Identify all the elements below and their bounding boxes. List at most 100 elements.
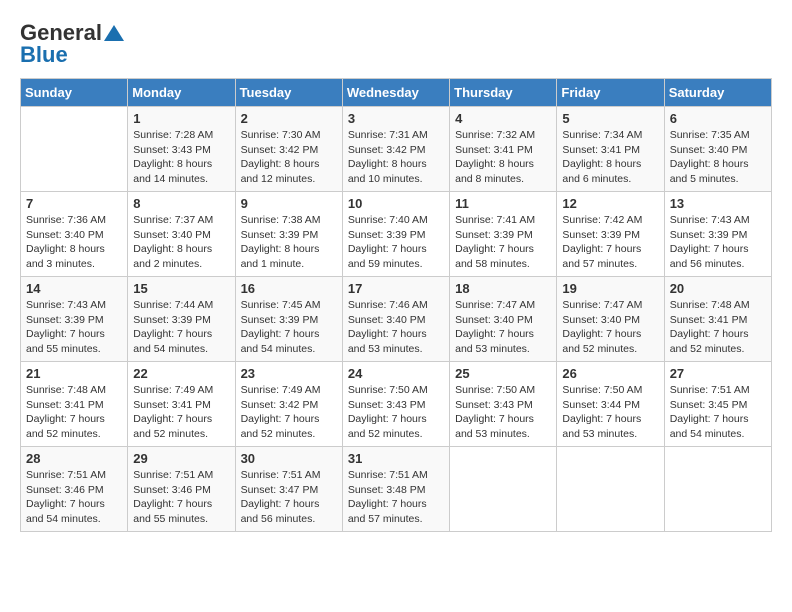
calendar-cell: 17 Sunrise: 7:46 AMSunset: 3:40 PMDayligh… — [342, 277, 449, 362]
calendar-cell — [557, 447, 664, 532]
day-number: 14 — [26, 281, 122, 296]
day-number: 15 — [133, 281, 229, 296]
day-info: Sunrise: 7:49 AMSunset: 3:42 PMDaylight:… — [241, 383, 337, 442]
calendar-cell: 7 Sunrise: 7:36 AMSunset: 3:40 PMDaylight… — [21, 192, 128, 277]
day-number: 16 — [241, 281, 337, 296]
calendar-cell: 23 Sunrise: 7:49 AMSunset: 3:42 PMDayligh… — [235, 362, 342, 447]
calendar-cell: 29Sunrise: 7:51 AMSunset: 3:46 PMDayligh… — [128, 447, 235, 532]
calendar-cell: 9 Sunrise: 7:38 AMSunset: 3:39 PMDaylight… — [235, 192, 342, 277]
day-number: 31 — [348, 451, 444, 466]
calendar-cell: 26 Sunrise: 7:50 AMSunset: 3:44 PMDayligh… — [557, 362, 664, 447]
day-number: 17 — [348, 281, 444, 296]
calendar-cell: 24Sunrise: 7:50 AMSunset: 3:43 PMDayligh… — [342, 362, 449, 447]
calendar-cell: 30 Sunrise: 7:51 AMSunset: 3:47 PMDayligh… — [235, 447, 342, 532]
day-number: 26 — [562, 366, 658, 381]
calendar-week-2: 7 Sunrise: 7:36 AMSunset: 3:40 PMDaylight… — [21, 192, 772, 277]
day-number: 19 — [562, 281, 658, 296]
day-number: 18 — [455, 281, 551, 296]
day-number: 28 — [26, 451, 122, 466]
day-number: 21 — [26, 366, 122, 381]
calendar-cell: 6 Sunrise: 7:35 AMSunset: 3:40 PMDaylight… — [664, 107, 771, 192]
day-info: Sunrise: 7:28 AMSunset: 3:43 PMDaylight:… — [133, 128, 229, 187]
day-info: Sunrise: 7:38 AMSunset: 3:39 PMDaylight:… — [241, 213, 337, 272]
day-number: 3 — [348, 111, 444, 126]
header-row: SundayMondayTuesdayWednesdayThursdayFrid… — [21, 79, 772, 107]
calendar-cell: 25 Sunrise: 7:50 AMSunset: 3:43 PMDayligh… — [450, 362, 557, 447]
day-number: 12 — [562, 196, 658, 211]
day-number: 6 — [670, 111, 766, 126]
day-info: Sunrise: 7:41 AMSunset: 3:39 PMDaylight:… — [455, 213, 551, 272]
calendar-cell — [664, 447, 771, 532]
day-number: 13 — [670, 196, 766, 211]
day-info: Sunrise: 7:45 AMSunset: 3:39 PMDaylight:… — [241, 298, 337, 357]
day-info: Sunrise: 7:51 AMSunset: 3:45 PMDaylight:… — [670, 383, 766, 442]
calendar-cell: 22Sunrise: 7:49 AMSunset: 3:41 PMDayligh… — [128, 362, 235, 447]
day-info: Sunrise: 7:48 AMSunset: 3:41 PMDaylight:… — [26, 383, 122, 442]
day-number: 10 — [348, 196, 444, 211]
day-number: 11 — [455, 196, 551, 211]
day-info: Sunrise: 7:31 AMSunset: 3:42 PMDaylight:… — [348, 128, 444, 187]
calendar-cell: 20Sunrise: 7:48 AMSunset: 3:41 PMDayligh… — [664, 277, 771, 362]
day-info: Sunrise: 7:50 AMSunset: 3:43 PMDaylight:… — [455, 383, 551, 442]
day-info: Sunrise: 7:35 AMSunset: 3:40 PMDaylight:… — [670, 128, 766, 187]
day-info: Sunrise: 7:30 AMSunset: 3:42 PMDaylight:… — [241, 128, 337, 187]
header-day-thursday: Thursday — [450, 79, 557, 107]
logo: General Blue — [20, 20, 126, 68]
day-info: Sunrise: 7:46 AMSunset: 3:40 PMDaylight:… — [348, 298, 444, 357]
day-number: 22 — [133, 366, 229, 381]
calendar-header: SundayMondayTuesdayWednesdayThursdayFrid… — [21, 79, 772, 107]
page-header: General Blue — [20, 20, 772, 68]
calendar-cell: 12 Sunrise: 7:42 AMSunset: 3:39 PMDayligh… — [557, 192, 664, 277]
calendar-cell: 31 Sunrise: 7:51 AMSunset: 3:48 PMDayligh… — [342, 447, 449, 532]
day-info: Sunrise: 7:47 AMSunset: 3:40 PMDaylight:… — [562, 298, 658, 357]
day-info: Sunrise: 7:51 AMSunset: 3:47 PMDaylight:… — [241, 468, 337, 527]
header-day-friday: Friday — [557, 79, 664, 107]
calendar-cell: 8 Sunrise: 7:37 AMSunset: 3:40 PMDaylight… — [128, 192, 235, 277]
header-day-tuesday: Tuesday — [235, 79, 342, 107]
calendar-week-3: 14 Sunrise: 7:43 AMSunset: 3:39 PMDayligh… — [21, 277, 772, 362]
header-day-wednesday: Wednesday — [342, 79, 449, 107]
calendar-cell: 1 Sunrise: 7:28 AMSunset: 3:43 PMDaylight… — [128, 107, 235, 192]
day-info: Sunrise: 7:37 AMSunset: 3:40 PMDaylight:… — [133, 213, 229, 272]
calendar-week-4: 21 Sunrise: 7:48 AMSunset: 3:41 PMDayligh… — [21, 362, 772, 447]
calendar-cell: 28Sunrise: 7:51 AMSunset: 3:46 PMDayligh… — [21, 447, 128, 532]
header-day-sunday: Sunday — [21, 79, 128, 107]
day-number: 30 — [241, 451, 337, 466]
day-number: 23 — [241, 366, 337, 381]
day-info: Sunrise: 7:48 AMSunset: 3:41 PMDaylight:… — [670, 298, 766, 357]
calendar-cell: 27 Sunrise: 7:51 AMSunset: 3:45 PMDayligh… — [664, 362, 771, 447]
day-number: 4 — [455, 111, 551, 126]
header-day-saturday: Saturday — [664, 79, 771, 107]
day-info: Sunrise: 7:51 AMSunset: 3:48 PMDaylight:… — [348, 468, 444, 527]
calendar-cell: 13 Sunrise: 7:43 AMSunset: 3:39 PMDayligh… — [664, 192, 771, 277]
calendar-cell: 5 Sunrise: 7:34 AMSunset: 3:41 PMDaylight… — [557, 107, 664, 192]
calendar-cell — [21, 107, 128, 192]
day-info: Sunrise: 7:50 AMSunset: 3:44 PMDaylight:… — [562, 383, 658, 442]
day-number: 7 — [26, 196, 122, 211]
logo-triangle-icon — [103, 22, 125, 44]
day-info: Sunrise: 7:40 AMSunset: 3:39 PMDaylight:… — [348, 213, 444, 272]
day-info: Sunrise: 7:43 AMSunset: 3:39 PMDaylight:… — [670, 213, 766, 272]
calendar-cell: 2 Sunrise: 7:30 AMSunset: 3:42 PMDaylight… — [235, 107, 342, 192]
day-info: Sunrise: 7:36 AMSunset: 3:40 PMDaylight:… — [26, 213, 122, 272]
day-number: 9 — [241, 196, 337, 211]
calendar-cell: 19 Sunrise: 7:47 AMSunset: 3:40 PMDayligh… — [557, 277, 664, 362]
calendar-body: 1 Sunrise: 7:28 AMSunset: 3:43 PMDaylight… — [21, 107, 772, 532]
calendar-cell: 14 Sunrise: 7:43 AMSunset: 3:39 PMDayligh… — [21, 277, 128, 362]
day-info: Sunrise: 7:43 AMSunset: 3:39 PMDaylight:… — [26, 298, 122, 357]
day-info: Sunrise: 7:34 AMSunset: 3:41 PMDaylight:… — [562, 128, 658, 187]
day-number: 8 — [133, 196, 229, 211]
day-number: 25 — [455, 366, 551, 381]
day-info: Sunrise: 7:44 AMSunset: 3:39 PMDaylight:… — [133, 298, 229, 357]
calendar-cell: 4Sunrise: 7:32 AMSunset: 3:41 PMDaylight… — [450, 107, 557, 192]
day-number: 5 — [562, 111, 658, 126]
day-number: 1 — [133, 111, 229, 126]
day-number: 2 — [241, 111, 337, 126]
logo-blue: Blue — [20, 42, 68, 68]
calendar-cell: 3 Sunrise: 7:31 AMSunset: 3:42 PMDaylight… — [342, 107, 449, 192]
day-info: Sunrise: 7:42 AMSunset: 3:39 PMDaylight:… — [562, 213, 658, 272]
day-number: 27 — [670, 366, 766, 381]
calendar-week-5: 28Sunrise: 7:51 AMSunset: 3:46 PMDayligh… — [21, 447, 772, 532]
calendar-cell: 15 Sunrise: 7:44 AMSunset: 3:39 PMDayligh… — [128, 277, 235, 362]
calendar-cell — [450, 447, 557, 532]
